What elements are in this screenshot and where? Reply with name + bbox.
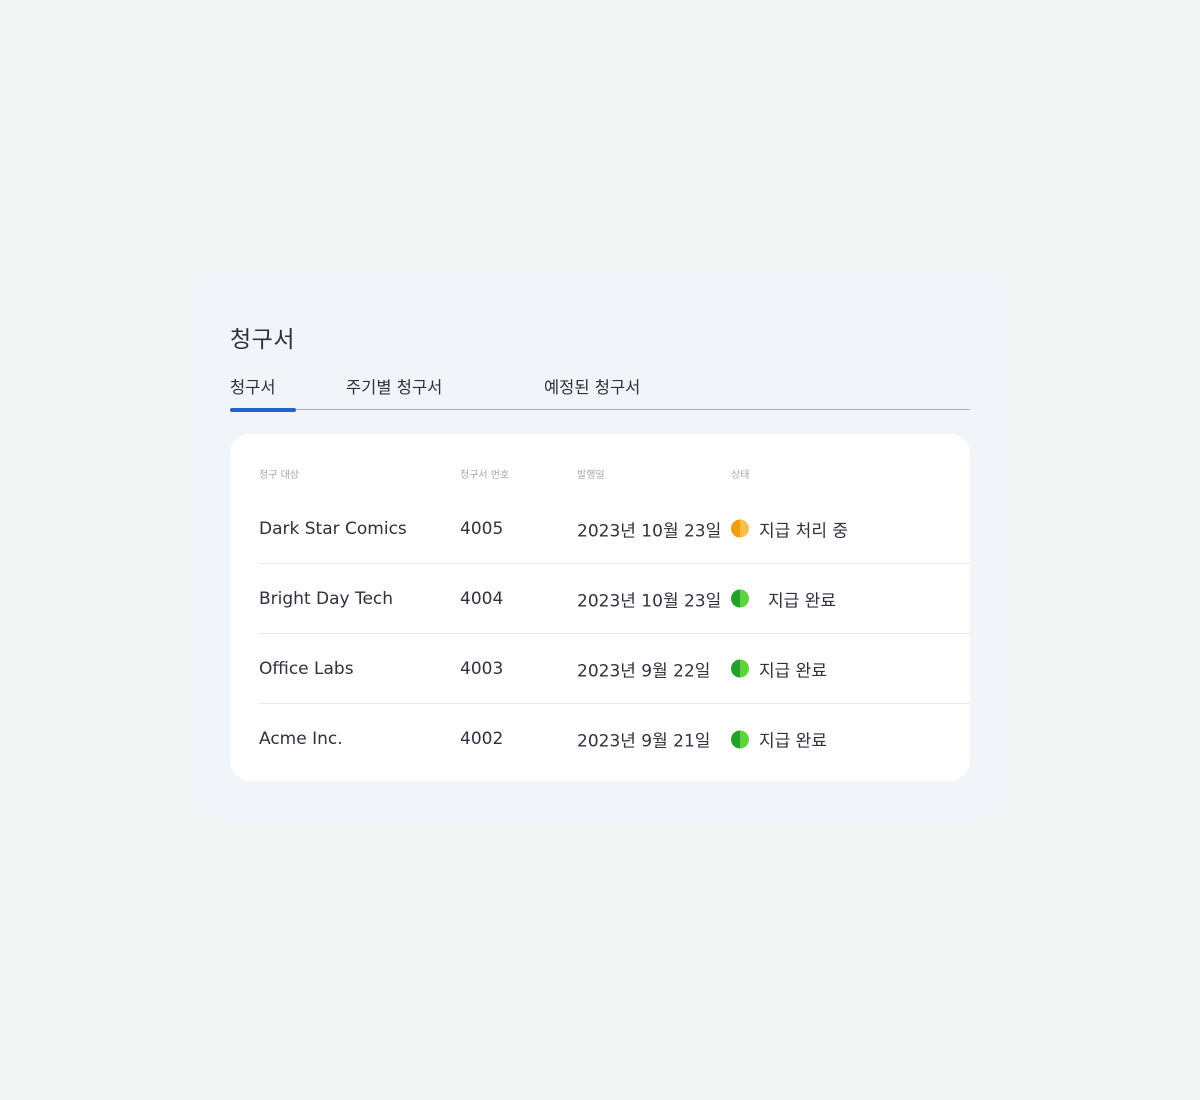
invoices-panel: 청구서 청구서 주기별 청구서 예정된 청구서 청구 대상 청구서 번호 발행일… — [190, 272, 1010, 820]
status-dot-green-icon — [731, 659, 749, 678]
column-header-status[interactable]: 상태 — [731, 466, 749, 481]
invoice-number: 4005 — [460, 518, 504, 539]
tab-bar: 청구서 주기별 청구서 예정된 청구서 — [230, 374, 970, 412]
table-row[interactable]: Office Labs 4003 2023년 9월 22일 지급 완료 — [259, 634, 970, 704]
status-dot-green-icon — [731, 589, 749, 608]
status-text: 지급 완료 — [768, 591, 836, 611]
status-dot-orange-icon — [731, 519, 749, 538]
issue-date: 2023년 10월 23일 — [577, 521, 722, 541]
issue-date: 2023년 9월 21일 — [577, 731, 711, 752]
active-tab-indicator — [230, 407, 296, 412]
issue-date: 2023년 9월 22일 — [577, 661, 711, 681]
status-text: 지급 완료 — [759, 661, 827, 681]
customer-name: Bright Day Tech — [259, 588, 394, 609]
invoice-number: 4002 — [460, 729, 504, 749]
customer-name: Dark Star Comics — [259, 518, 407, 539]
column-header-issue-date[interactable]: 발행일 — [577, 466, 605, 481]
table-row[interactable]: Dark Star Comics 4005 2023년 10월 23일 지급 처… — [259, 494, 970, 564]
status-text: 지급 완료 — [759, 731, 827, 752]
invoice-number: 4004 — [460, 588, 504, 609]
invoice-number: 4003 — [460, 658, 504, 679]
page-title: 청구서 — [230, 327, 295, 353]
tab-scheduled-invoices[interactable]: 예정된 청구서 — [544, 374, 640, 398]
status-dot-green-icon — [731, 730, 749, 748]
status-badge: 지급 완료 — [731, 586, 836, 611]
customer-name: Office Labs — [259, 658, 354, 679]
tab-recurring-invoices[interactable]: 주기별 청구서 — [346, 374, 442, 398]
status-badge: 지급 처리 중 — [731, 516, 848, 541]
status-badge: 지급 완료 — [731, 727, 827, 752]
status-text: 지급 처리 중 — [759, 521, 849, 541]
issue-date: 2023년 10월 23일 — [577, 591, 722, 611]
table-row[interactable]: Bright Day Tech 4004 2023년 10월 23일 지급 완료 — [259, 564, 970, 634]
status-badge: 지급 완료 — [731, 656, 827, 681]
customer-name: Acme Inc. — [259, 729, 343, 749]
column-header-customer[interactable]: 청구 대상 — [259, 466, 299, 481]
tab-invoices[interactable]: 청구서 — [230, 374, 276, 398]
invoice-table: 청구 대상 청구서 번호 발행일 상태 Dark Star Comics 400… — [230, 434, 970, 781]
table-row[interactable]: Acme Inc. 4002 2023년 9월 21일 지급 완료 — [259, 704, 970, 774]
column-header-invoice-number[interactable]: 청구서 번호 — [460, 466, 509, 481]
